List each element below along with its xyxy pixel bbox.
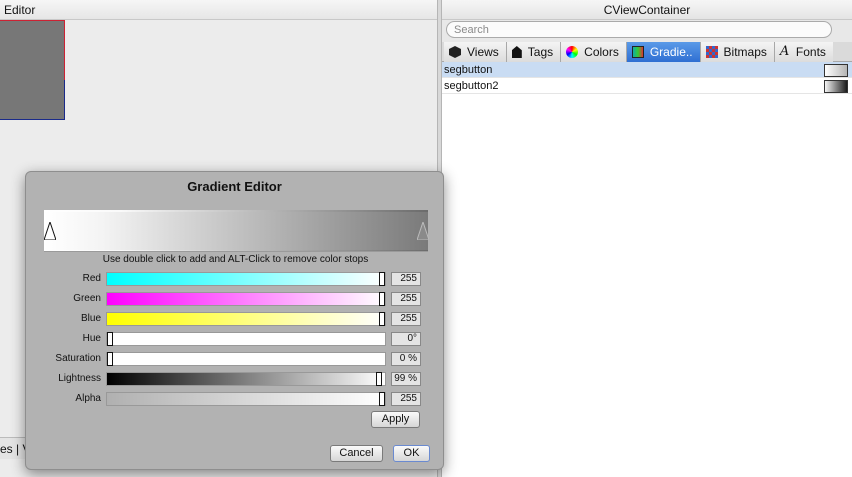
gradient-list: segbutton segbutton2 (442, 62, 852, 94)
color-stop-marker[interactable] (417, 222, 429, 240)
resource-tab-bar: Views Tags Colors Gradie.. Bitmaps A Fon… (442, 42, 852, 62)
list-item-label: segbutton (444, 64, 493, 76)
slider-thumb[interactable] (107, 332, 113, 346)
bitmap-icon (705, 46, 718, 58)
color-stop-marker[interactable] (44, 222, 56, 240)
green-slider[interactable] (106, 292, 386, 306)
hue-slider[interactable] (106, 332, 386, 346)
red-value[interactable]: 255 (391, 272, 421, 286)
tab-label: Bitmaps (723, 45, 767, 59)
tab-label: Fonts (795, 45, 826, 59)
hue-slider-row: Hue 0° (36, 332, 426, 348)
saturation-slider-row: Saturation 0 % (36, 352, 426, 368)
color-wheel-icon (566, 46, 579, 58)
lightness-value[interactable]: 99 % (391, 372, 421, 386)
slider-thumb[interactable] (379, 312, 385, 326)
green-value[interactable]: 255 (391, 292, 421, 306)
slider-thumb[interactable] (107, 352, 113, 366)
slider-label: Alpha (75, 393, 101, 404)
gradient-preview[interactable] (44, 210, 429, 252)
tab-fonts[interactable]: A Fonts (773, 42, 833, 62)
saturation-slider[interactable] (106, 352, 386, 366)
hint-text: Use double click to add and ALT-Click to… (102, 254, 369, 265)
gradient-editor-dialog: Gradient Editor Use double click to add … (25, 171, 444, 470)
slider-thumb[interactable] (379, 272, 385, 286)
tab-gradients[interactable]: Gradie.. (625, 42, 700, 62)
editor-canvas[interactable] (0, 20, 65, 120)
search-bar (442, 20, 852, 42)
apply-button[interactable]: Apply (371, 411, 420, 428)
tab-colors[interactable]: Colors (560, 42, 626, 62)
lightness-slider[interactable] (106, 372, 386, 386)
view-container-panel: CViewContainer Views Tags Colors Gradie.… (442, 0, 852, 477)
saturation-value[interactable]: 0 % (391, 352, 421, 366)
blue-value[interactable]: 255 (391, 312, 421, 326)
slider-label: Hue (82, 333, 101, 344)
tab-label: Gradie.. (649, 45, 693, 59)
dialog-title: Gradient Editor (187, 179, 282, 194)
alpha-slider-row: Alpha 255 (36, 392, 426, 408)
lightness-slider-row: Lightness 99 % (36, 372, 426, 388)
slider-label: Green (73, 293, 101, 304)
slider-thumb[interactable] (379, 392, 385, 406)
blue-slider-row: Blue 255 (36, 312, 426, 328)
editor-title: Editor (0, 0, 437, 20)
red-slider[interactable] (106, 272, 386, 286)
slider-label: Lightness (58, 373, 101, 384)
red-slider-row: Red 255 (36, 272, 426, 288)
tab-bitmaps[interactable]: Bitmaps (699, 42, 774, 62)
slider-label: Blue (80, 313, 101, 324)
gradient-bar[interactable] (44, 212, 428, 250)
gradient-swatch (824, 80, 848, 93)
tab-views[interactable]: Views (444, 42, 506, 62)
cancel-button[interactable]: Cancel (330, 445, 383, 462)
blue-slider[interactable] (106, 312, 386, 326)
green-slider-row: Green 255 (36, 292, 426, 308)
gradient-icon (631, 46, 644, 58)
tag-icon (511, 46, 522, 58)
search-input[interactable] (446, 21, 832, 38)
tab-label: Tags (527, 45, 554, 59)
font-icon: A (779, 44, 790, 59)
list-item[interactable]: segbutton2 (442, 78, 852, 94)
hue-value[interactable]: 0° (391, 332, 421, 346)
alpha-slider[interactable] (106, 392, 386, 406)
slider-thumb[interactable] (376, 372, 382, 386)
slider-label: Red (82, 273, 101, 284)
cube-icon (449, 46, 461, 58)
slider-thumb[interactable] (379, 292, 385, 306)
panel-title: CViewContainer (442, 0, 852, 20)
tab-tags[interactable]: Tags (505, 42, 561, 62)
tab-label: Views (467, 45, 499, 59)
tab-label: Colors (584, 45, 619, 59)
alpha-value[interactable]: 255 (391, 392, 421, 406)
list-item[interactable]: segbutton (442, 62, 852, 78)
slider-label: Saturation (55, 353, 101, 364)
ok-button[interactable]: OK (393, 445, 430, 462)
gradient-swatch (824, 64, 848, 77)
list-item-label: segbutton2 (444, 80, 499, 92)
